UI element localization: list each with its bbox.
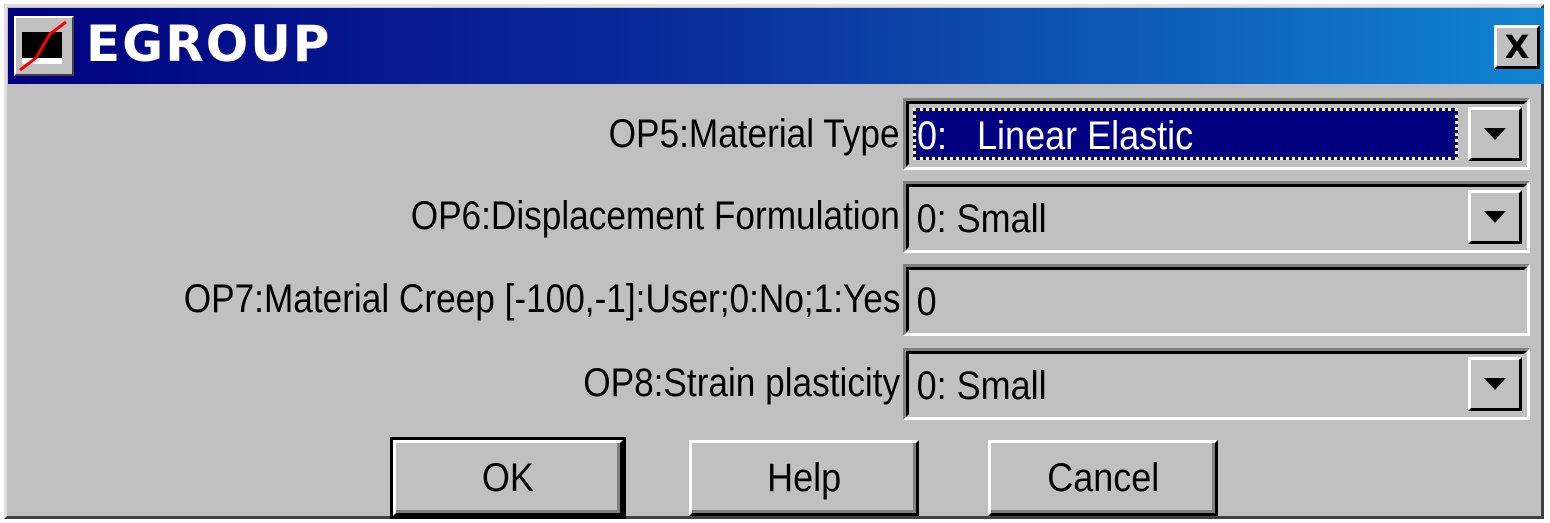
app-icon: [14, 16, 74, 76]
chevron-down-icon: [1484, 378, 1506, 390]
strain-plasticity-dropdown-button[interactable]: [1468, 357, 1522, 411]
cancel-button-label: Cancel: [1046, 455, 1160, 500]
help-button-label: Help: [766, 455, 842, 500]
material-type-value: 0: Linear Elastic: [913, 108, 1458, 160]
displacement-formulation-value: 0: Small: [916, 197, 1047, 241]
material-type-dropdown-button[interactable]: [1468, 107, 1522, 161]
close-button[interactable]: X: [1494, 25, 1540, 69]
material-creep-input[interactable]: 0: [903, 264, 1530, 336]
window-title: EGROUP: [86, 15, 332, 73]
strain-plasticity-label: OP8:Strain plasticity: [583, 361, 900, 405]
strain-plasticity-select[interactable]: 0: Small: [903, 348, 1530, 420]
material-type-label: OP5:Material Type: [609, 112, 900, 156]
help-button[interactable]: Help: [689, 440, 919, 516]
ok-button[interactable]: OK: [390, 437, 626, 519]
displacement-formulation-dropdown-button[interactable]: [1468, 190, 1522, 244]
close-icon: X: [1504, 28, 1530, 66]
displacement-formulation-label: OP6:Displacement Formulation: [410, 194, 900, 238]
material-creep-value: 0: [916, 280, 937, 324]
strain-plasticity-value: 0: Small: [916, 364, 1047, 408]
material-type-select[interactable]: 0: Linear Elastic: [903, 98, 1530, 170]
chevron-down-icon: [1484, 128, 1506, 140]
displacement-formulation-select[interactable]: 0: Small: [903, 181, 1530, 253]
material-creep-label: OP7:Material Creep [-100,-1]:User;0:No;1…: [183, 277, 900, 321]
chevron-down-icon: [1484, 211, 1506, 223]
cancel-button[interactable]: Cancel: [988, 440, 1218, 516]
title-bar[interactable]: EGROUP X: [8, 8, 1544, 84]
ok-button-label: OK: [481, 455, 535, 500]
